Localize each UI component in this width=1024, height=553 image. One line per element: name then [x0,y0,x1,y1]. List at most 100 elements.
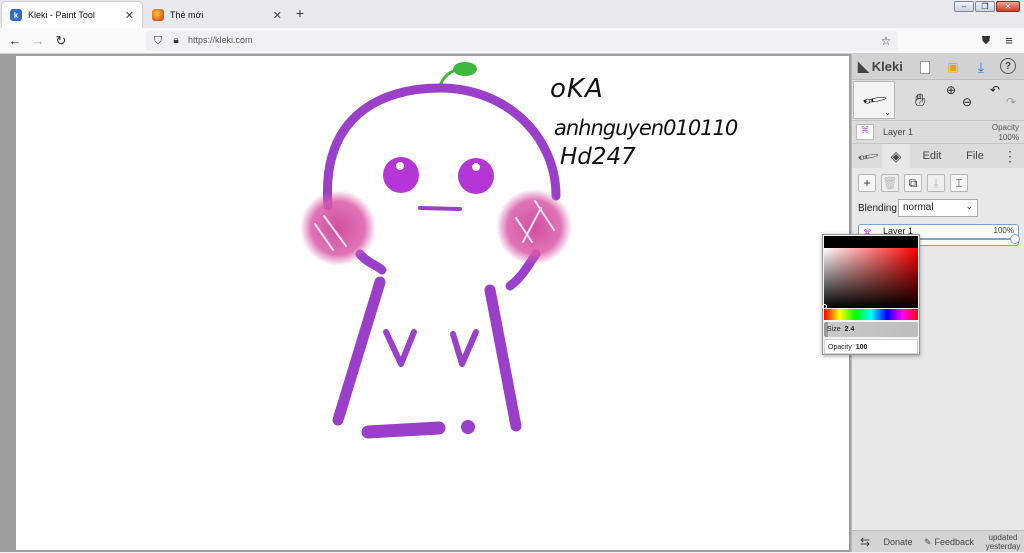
layers-icon: ◈ [890,147,902,164]
left-blush [300,190,376,266]
kleki-logo-icon: ◣ [858,58,869,74]
new-image-icon[interactable] [916,58,934,76]
feedback-icon: ✎ [923,536,932,547]
browser-tab-bar: k Kleki - Paint Tool ✕ Thẻ mới ✕ + ‒ ❐ ✕ [0,0,1024,28]
tab-new-tab[interactable]: Thẻ mới ✕ [144,2,290,28]
close-tab-icon[interactable]: ✕ [125,9,134,22]
new-tab-button[interactable]: + [292,5,308,21]
window-controls: ‒ ❐ ✕ [954,1,1020,12]
zoom-in-icon[interactable]: ⊕ [946,83,956,97]
close-window-button[interactable]: ✕ [996,1,1020,12]
tab-brush[interactable]: 🖌︎ [854,144,882,168]
kleki-favicon-icon: k [10,9,22,21]
saturation-value-picker[interactable] [822,248,918,309]
swap-side-icon[interactable]: ⇆ [852,531,878,553]
layer-preview-opacity: Opacity 100% [992,123,1019,143]
lock-icon[interactable]: 🔒︎ [168,33,184,49]
feedback-link[interactable]: ✎ Feedback [920,531,978,553]
opacity-slider[interactable]: Opacity 100 [824,339,918,354]
donate-link[interactable]: Donate [880,531,916,553]
left-v-mark [383,329,417,367]
size-slider[interactable]: Size 2.4 [824,322,918,337]
undo-redo-buttons: ↶ ↷ [986,81,1024,119]
hand-tool-button[interactable]: ✋︎ [900,81,940,119]
color-picker-popup: Size 2.4 Opacity 100 [822,234,920,355]
opacity-value: 100 [855,344,868,351]
feedback-label: Feedback [934,537,975,547]
tab-edit[interactable]: Edit [912,144,952,168]
panel-tab-row: 🖌︎ ◈ Edit File ⋮ [852,144,1024,168]
duplicate-layer-button[interactable]: ⧉ [904,174,922,192]
right-eye-highlight [472,163,480,171]
address-bar[interactable]: ⛉ 🔒︎ https://kleki.com ☆ [146,31,898,51]
opacity-value: 100% [998,133,1019,142]
help-icon[interactable]: ? [1000,58,1016,74]
close-tab-icon[interactable]: ✕ [273,9,282,22]
right-blush [496,189,572,265]
download-icon[interactable]: ⤓ [972,58,990,76]
undo-icon[interactable]: ↶ [990,83,1000,97]
rename-layer-button[interactable]: ⌶ [950,174,968,192]
current-color-swatch[interactable] [824,236,918,248]
mouth [418,206,462,211]
shield-icon[interactable]: ⛉ [150,33,166,49]
brush-icon: 🖌︎ [856,143,881,168]
redo-icon[interactable]: ↷ [1006,95,1016,109]
handwriting-username: anhnguyen010110 [554,116,738,140]
left-eye-highlight [396,162,404,170]
layer-opacity-slider-handle[interactable] [1010,234,1020,244]
save-icon[interactable]: ▣ [944,58,962,76]
layer-thumbnail[interactable]: ⌘ [856,124,874,140]
layer-preview-row: ⌘ Layer 1 Opacity 100% [852,120,1024,144]
add-layer-button[interactable]: + [858,174,876,192]
more-options-icon[interactable]: ⋮ [998,144,1022,168]
blending-select[interactable]: normal ⌄ [898,199,978,217]
size-label: Size [827,326,841,333]
head-outline [322,83,561,211]
tab-layers[interactable]: ◈ [882,144,910,168]
kleki-logo-text: Kleki [871,59,903,74]
cheek-left-line [355,249,387,275]
blending-label: Blending [858,203,897,214]
canvas-area[interactable]: oKA anhnguyen010110 Hd247 [0,54,851,552]
menu-icon[interactable]: ≡ [1001,33,1017,49]
chevron-down-icon: ⌄ [884,108,891,117]
layer-preview-name: Layer 1 [883,127,914,137]
updated-line-2: yesterday [985,542,1021,551]
hand-icon: ✋︎ [914,89,926,110]
delete-layer-button[interactable]: 🗑︎ [881,174,899,192]
chevron-down-icon: ⌄ [965,201,973,211]
url-text[interactable]: https://kleki.com [188,35,253,45]
tab-file[interactable]: File [956,144,994,168]
layer-opacity: 100% [993,226,1014,235]
opacity-label: Opacity [828,344,852,351]
zoom-buttons: ⊕ ⊖ [944,81,984,119]
zoom-out-icon[interactable]: ⊖ [962,95,972,109]
kleki-logo[interactable]: ◣ Kleki [858,58,903,75]
tab-title: Thẻ mới [170,10,204,20]
bookmark-star-icon[interactable]: ☆ [878,33,894,49]
brush-tool-button[interactable]: 🖌︎ ⌄ [853,81,895,119]
hue-slider[interactable] [824,309,918,320]
restore-button[interactable]: ❐ [975,1,995,12]
tab-kleki[interactable]: k Kleki - Paint Tool ✕ [2,2,142,28]
back-arrow-icon[interactable]: ← [7,33,23,49]
body-right-line [484,284,522,432]
body-left-line [332,276,386,426]
right-v-mark [450,329,479,367]
feet-dot [461,420,475,434]
browser-nav-bar: ← → ↻ ⛉ 🔒︎ https://kleki.com ☆ ⛊ ≡ [0,28,1024,54]
handwriting-hd247: Hd247 [560,144,636,170]
forward-arrow-icon[interactable]: → [30,33,46,49]
merge-layer-button[interactable]: ⤓ [927,174,945,192]
drawing-canvas[interactable]: oKA anhnguyen010110 Hd247 [16,56,849,550]
updated-line-1: updated [988,533,1018,542]
opacity-label: Opacity [991,123,1019,132]
updated-info: updated yesterday [982,531,1024,553]
size-value: 2.4 [844,326,855,333]
minimize-button[interactable]: ‒ [954,1,974,12]
handwriting-oka: oKA [550,74,604,104]
pocket-icon[interactable]: ⛊ [978,33,994,49]
blending-value: normal [903,202,934,213]
reload-icon[interactable]: ↻ [53,33,69,49]
